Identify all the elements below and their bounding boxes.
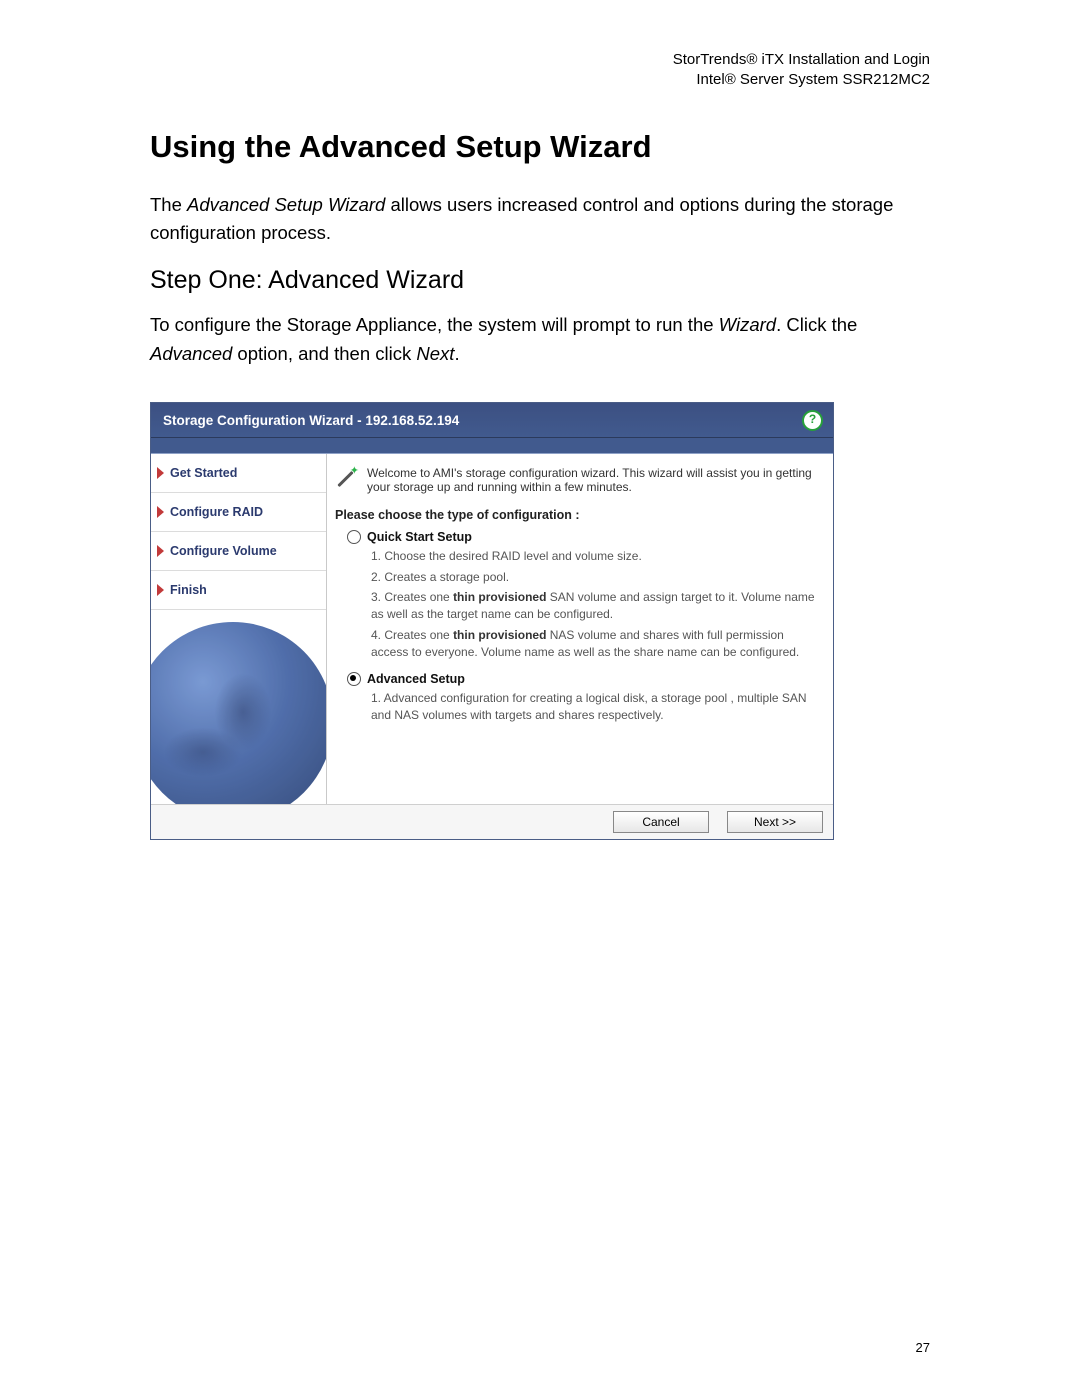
radio-unchecked-icon[interactable] (347, 530, 361, 544)
step-heading: Step One: Advanced Wizard (150, 266, 930, 295)
option-advanced-setup[interactable]: Advanced Setup (347, 672, 827, 686)
wand-icon (335, 468, 357, 490)
list-item: 3. Creates one thin provisioned SAN volu… (371, 589, 821, 624)
chevron-right-icon (157, 467, 164, 479)
sidebar-item-label: Configure RAID (170, 505, 263, 519)
option-quick-start-label: Quick Start Setup (367, 530, 472, 544)
option-quick-start[interactable]: Quick Start Setup (347, 530, 827, 544)
wizard-sidebar: Get Started Configure RAID Configure Vol… (151, 454, 327, 804)
list-item: 1. Choose the desired RAID level and vol… (371, 548, 821, 565)
step-em1: Wizard (719, 314, 776, 335)
wizard-titlebar: Storage Configuration Wizard - 192.168.5… (151, 403, 833, 438)
sidebar-item-get-started[interactable]: Get Started (151, 454, 326, 493)
intro-pre: The (150, 194, 187, 215)
list-item: 2. Creates a storage pool. (371, 569, 821, 586)
intro-paragraph: The Advanced Setup Wizard allows users i… (150, 191, 930, 248)
sidebar-item-label: Get Started (170, 466, 237, 480)
next-button[interactable]: Next >> (727, 811, 823, 833)
list-item: 4. Creates one thin provisioned NAS volu… (371, 627, 821, 662)
wizard-title: Storage Configuration Wizard - 192.168.5… (163, 413, 459, 428)
sidebar-item-label: Finish (170, 583, 207, 597)
quick-start-details: 1. Choose the desired RAID level and vol… (371, 548, 821, 661)
sidebar-item-label: Configure Volume (170, 544, 277, 558)
welcome-text: Welcome to AMI's storage configuration w… (367, 466, 823, 494)
wizard-main: Welcome to AMI's storage configuration w… (327, 454, 833, 804)
sidebar-item-configure-volume[interactable]: Configure Volume (151, 532, 326, 571)
wizard-dialog: Storage Configuration Wizard - 192.168.5… (150, 402, 834, 840)
chevron-right-icon (157, 545, 164, 557)
sidebar-item-configure-raid[interactable]: Configure RAID (151, 493, 326, 532)
step-pre: To configure the Storage Appliance, the … (150, 314, 719, 335)
chevron-right-icon (157, 584, 164, 596)
doc-header: StorTrends® iTX Installation and Login I… (150, 50, 930, 91)
globe-icon (151, 622, 327, 804)
step-em2: Advanced (150, 343, 232, 364)
wizard-footer: Cancel Next >> (151, 804, 833, 839)
sidebar-item-finish[interactable]: Finish (151, 571, 326, 610)
step-mid1: . Click the (776, 314, 857, 335)
wizard-strip (151, 438, 833, 454)
option-advanced-setup-label: Advanced Setup (367, 672, 465, 686)
cancel-button[interactable]: Cancel (613, 811, 709, 833)
advanced-setup-details: 1. Advanced configuration for creating a… (371, 690, 821, 725)
help-icon[interactable]: ? (802, 410, 823, 431)
page-title: Using the Advanced Setup Wizard (150, 129, 930, 165)
radio-checked-icon[interactable] (347, 672, 361, 686)
choose-label: Please choose the type of configuration … (335, 508, 827, 522)
step-post: . (454, 343, 459, 364)
step-paragraph: To configure the Storage Appliance, the … (150, 311, 930, 368)
doc-header-line2: Intel® Server System SSR212MC2 (150, 70, 930, 90)
page-number: 27 (916, 1340, 930, 1355)
intro-em: Advanced Setup Wizard (187, 194, 385, 215)
step-em3: Next (416, 343, 454, 364)
chevron-right-icon (157, 506, 164, 518)
step-mid2: option, and then click (232, 343, 416, 364)
doc-header-line1: StorTrends® iTX Installation and Login (150, 50, 930, 70)
list-item: 1. Advanced configuration for creating a… (371, 690, 821, 725)
